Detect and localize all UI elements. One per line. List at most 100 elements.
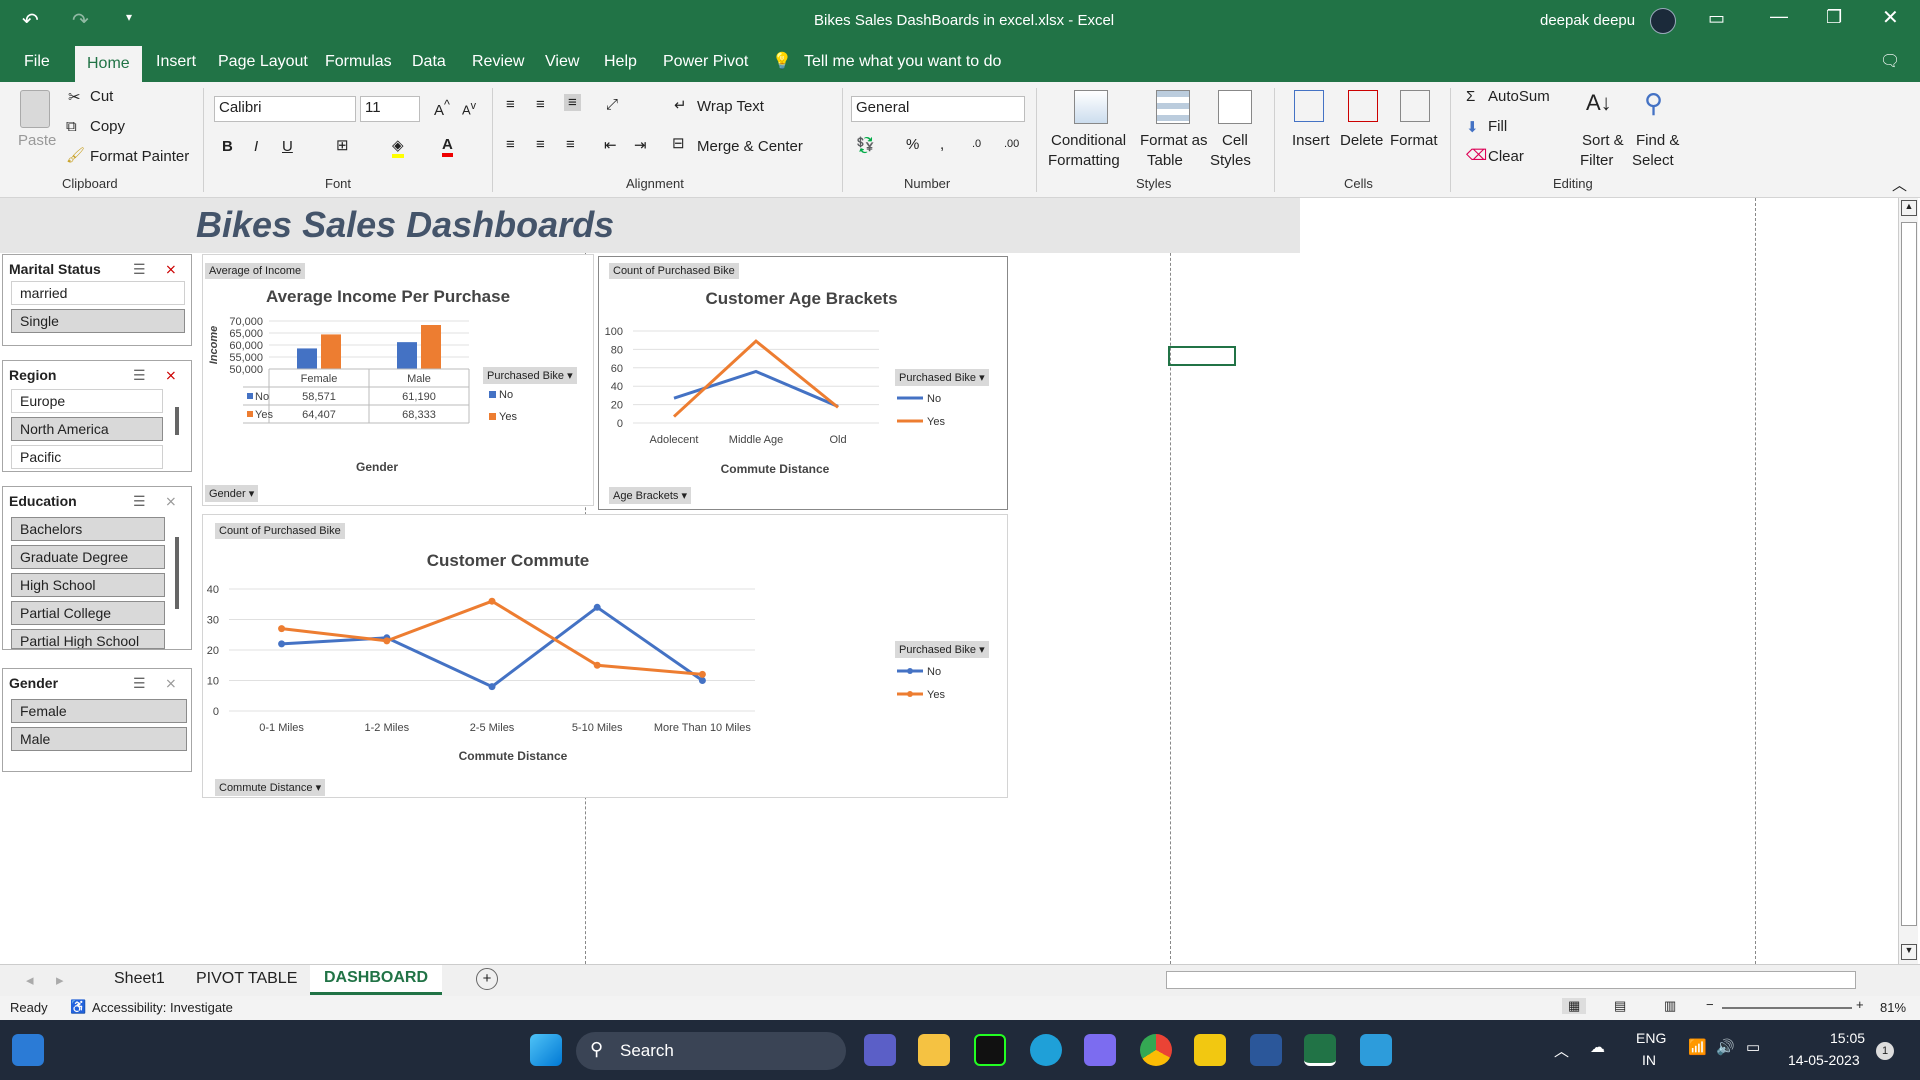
multi-select-icon[interactable]: ☰ xyxy=(133,261,146,278)
slicer-item[interactable]: Pacific xyxy=(11,445,163,469)
tab-formulas[interactable]: Formulas xyxy=(319,42,398,82)
multi-select-icon[interactable]: ☰ xyxy=(133,367,146,384)
sort-filter-button-line2[interactable]: Filter xyxy=(1580,152,1613,169)
format-cells-button[interactable]: Format xyxy=(1390,132,1438,149)
delete-cells-button[interactable]: Delete xyxy=(1340,132,1383,149)
photos-icon[interactable] xyxy=(1360,1034,1392,1066)
taskbar-search[interactable]: ⚲ Search xyxy=(576,1032,846,1070)
chart-customer-commute[interactable]: Count of Purchased Bike Customer Commute… xyxy=(202,514,1008,798)
legend-field-button[interactable]: Purchased Bike ▾ xyxy=(483,367,577,384)
scroll-thumb[interactable] xyxy=(1901,222,1917,926)
power-bi-icon[interactable] xyxy=(1194,1034,1226,1066)
clear-button[interactable]: Clear xyxy=(1488,148,1524,165)
clock-time[interactable]: 15:05 xyxy=(1830,1030,1865,1046)
conditional-formatting-button-line2[interactable]: Formatting xyxy=(1048,152,1120,169)
slicer-item[interactable]: Male xyxy=(11,727,187,751)
user-name[interactable]: deepak deepu xyxy=(1540,12,1635,29)
accessibility-status[interactable]: Accessibility: Investigate xyxy=(92,1000,233,1015)
onedrive-icon[interactable]: ☁ xyxy=(1590,1038,1605,1056)
scroll-down-icon[interactable]: ▼ xyxy=(1901,944,1917,960)
format-as-table-button-line2[interactable]: Table xyxy=(1147,152,1183,169)
widgets-icon[interactable] xyxy=(12,1034,44,1066)
align-middle-icon[interactable]: ≡ xyxy=(536,96,545,113)
slicer-item[interactable]: Europe xyxy=(11,389,163,413)
customize-toolbar-icon[interactable]: ▾ xyxy=(126,10,132,24)
chart-average-income[interactable]: Average of Income Average Income Per Pur… xyxy=(202,254,594,506)
zoom-in-icon[interactable]: + xyxy=(1856,997,1864,1012)
tab-home[interactable]: Home xyxy=(75,46,142,82)
collapse-ribbon-icon[interactable]: ︿ xyxy=(1892,174,1907,195)
find-select-button-line2[interactable]: Select xyxy=(1632,152,1674,169)
font-color-icon[interactable]: A xyxy=(442,136,453,157)
page-break-view-icon[interactable]: ▥ xyxy=(1664,998,1676,1014)
undo-icon[interactable]: ↶ xyxy=(22,8,39,33)
restore-icon[interactable]: ❐ xyxy=(1826,7,1842,28)
tab-power-pivot[interactable]: Power Pivot xyxy=(657,42,754,82)
zoom-level[interactable]: 81% xyxy=(1880,1000,1906,1015)
insert-cells-button[interactable]: Insert xyxy=(1292,132,1330,149)
underline-button[interactable]: U xyxy=(282,138,293,155)
wrap-text-button[interactable]: Wrap Text xyxy=(697,98,764,115)
copy-button[interactable]: Copy xyxy=(90,118,125,135)
sheet-tab-sheet1[interactable]: Sheet1 xyxy=(114,970,165,988)
vertical-scrollbar-track[interactable]: ▲ ▼ xyxy=(1898,198,1918,964)
paste-button[interactable]: Paste xyxy=(18,132,56,149)
tab-help[interactable]: Help xyxy=(598,42,643,82)
horizontal-scrollbar[interactable] xyxy=(1166,971,1856,989)
axis-field-button-commute[interactable]: Commute Distance ▾ xyxy=(215,779,326,796)
paste-icon[interactable] xyxy=(20,90,50,128)
format-as-table-button[interactable]: Format as xyxy=(1140,132,1208,149)
add-sheet-icon[interactable]: + xyxy=(476,968,498,990)
slicer-item[interactable]: Partial College xyxy=(11,601,165,625)
file-explorer-icon[interactable] xyxy=(918,1034,950,1066)
language-line2[interactable]: IN xyxy=(1642,1052,1656,1068)
redo-icon[interactable]: ↷ xyxy=(72,8,89,33)
chrome-icon[interactable] xyxy=(1140,1034,1172,1066)
align-center-icon[interactable]: ≡ xyxy=(536,136,545,153)
battery-icon[interactable]: ▭ xyxy=(1746,1038,1760,1056)
close-icon[interactable]: ✕ xyxy=(1882,5,1899,30)
chart-age-brackets[interactable]: Count of Purchased Bike Customer Age Bra… xyxy=(598,256,1008,510)
sort-filter-button[interactable]: Sort & xyxy=(1582,132,1624,149)
clear-filter-icon[interactable]: ⨯ xyxy=(165,261,177,278)
increase-decimal-icon[interactable]: .0 xyxy=(972,138,981,150)
conditional-formatting-button[interactable]: Conditional xyxy=(1051,132,1126,149)
axis-field-button-gender[interactable]: Gender ▾ xyxy=(205,485,259,502)
clear-filter-icon[interactable]: ⨯ xyxy=(165,493,177,510)
minimize-icon[interactable]: — xyxy=(1770,6,1788,27)
shrink-font-icon[interactable]: Av xyxy=(462,100,476,117)
tab-view[interactable]: View xyxy=(539,42,585,82)
align-left-icon[interactable]: ≡ xyxy=(506,136,515,153)
fill-color-icon[interactable]: ◈ xyxy=(392,136,404,158)
slicer-item[interactable]: Female xyxy=(11,699,187,723)
find-select-button[interactable]: Find & xyxy=(1636,132,1679,149)
font-size-select[interactable]: 11 xyxy=(360,96,420,122)
avatar[interactable] xyxy=(1650,8,1676,34)
sheet-tab-pivot[interactable]: PIVOT TABLE xyxy=(196,970,297,988)
align-bottom-icon[interactable]: ≡ xyxy=(564,94,581,111)
autosum-button[interactable]: AutoSum xyxy=(1488,88,1550,105)
comments-icon[interactable]: 🗨 xyxy=(1874,42,1906,82)
cell-styles-button-line2[interactable]: Styles xyxy=(1210,152,1251,169)
increase-indent-icon[interactable]: ⇥ xyxy=(634,136,647,154)
orientation-icon[interactable]: ⤢ xyxy=(606,96,618,113)
slicer-item[interactable]: High School xyxy=(11,573,165,597)
start-icon[interactable] xyxy=(530,1034,562,1066)
tab-page-layout[interactable]: Page Layout xyxy=(212,42,314,82)
slicer-item[interactable]: Partial High School xyxy=(11,629,165,649)
pycharm-icon[interactable] xyxy=(974,1034,1006,1066)
worksheet[interactable]: Bikes Sales Dashboards Marital Status ☰ … xyxy=(0,198,1900,964)
italic-button[interactable]: I xyxy=(254,138,258,155)
fill-button[interactable]: Fill xyxy=(1488,118,1507,135)
normal-view-icon[interactable]: ▦ xyxy=(1562,998,1587,1014)
slicer-item[interactable]: Single xyxy=(11,309,185,333)
axis-field-button-age[interactable]: Age Brackets ▾ xyxy=(609,487,691,504)
align-top-icon[interactable]: ≡ xyxy=(506,96,515,113)
cell-styles-button[interactable]: Cell xyxy=(1222,132,1248,149)
slicer-item[interactable]: Graduate Degree xyxy=(11,545,165,569)
prev-sheet-icon[interactable]: ◂ xyxy=(26,971,34,989)
bold-button[interactable]: B xyxy=(222,138,233,155)
tell-me-input[interactable]: Tell me what you want to do xyxy=(798,42,1007,82)
tab-insert[interactable]: Insert xyxy=(150,42,202,82)
tray-chevron-icon[interactable]: ︿ xyxy=(1554,1040,1569,1061)
